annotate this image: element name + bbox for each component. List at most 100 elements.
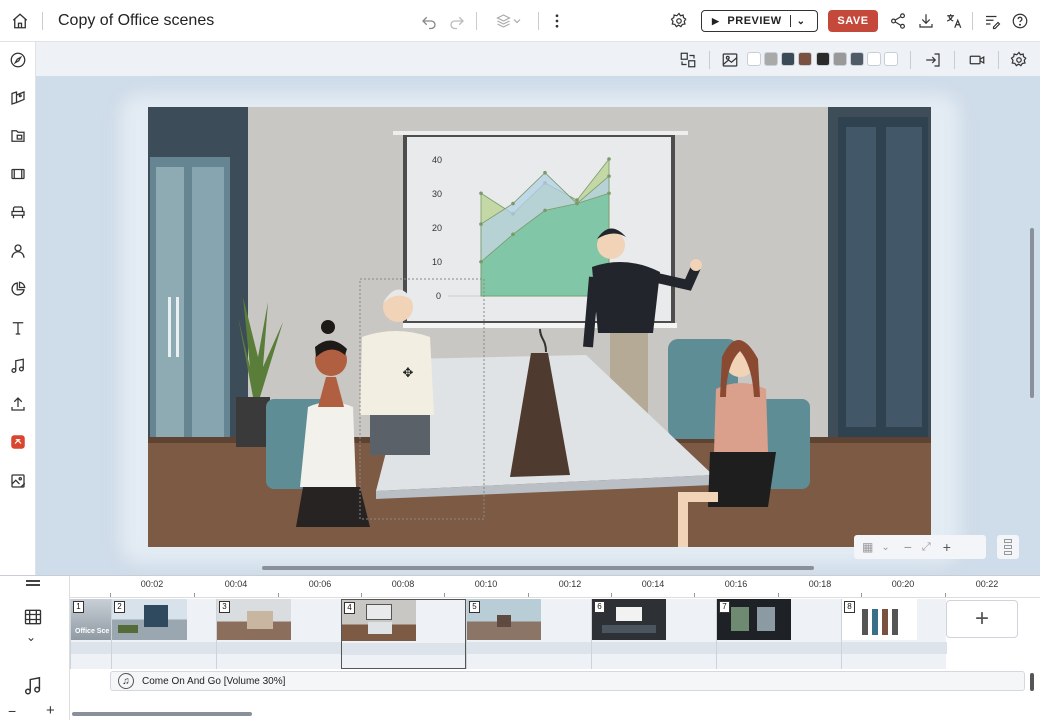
- time-tick: 00:08: [391, 579, 415, 589]
- notes-icon[interactable]: [981, 8, 1003, 34]
- color-swatch[interactable]: [816, 52, 830, 66]
- redo-icon[interactable]: [446, 8, 468, 34]
- zoom-in-timeline-icon[interactable]: +: [46, 702, 55, 719]
- divider: [538, 12, 539, 30]
- scene-number: 4: [344, 602, 355, 614]
- share-icon[interactable]: [887, 8, 909, 34]
- chart-tick-label: 0: [436, 291, 441, 301]
- charts-icon[interactable]: [5, 276, 31, 302]
- time-tick: 00:22: [975, 579, 999, 589]
- color-swatch[interactable]: [850, 52, 864, 66]
- video-editor: Copy of Office scenes ▶ PREVIEW ⌄ SAVE 4…: [0, 0, 1040, 720]
- horizontal-scrollbar[interactable]: [262, 566, 814, 570]
- color-swatch[interactable]: [884, 52, 898, 66]
- divider: [789, 15, 791, 27]
- save-button[interactable]: SAVE: [828, 10, 878, 32]
- time-tick: 00:12: [558, 579, 582, 589]
- scene-canvas[interactable]: 40 30 20 10 0: [148, 107, 931, 547]
- divider: [910, 51, 911, 69]
- drag-handle-icon[interactable]: [26, 580, 40, 586]
- scenes-icon[interactable]: [5, 85, 31, 111]
- chart-point: [575, 201, 579, 206]
- divider: [998, 51, 999, 69]
- zoom-out-timeline-icon[interactable]: −: [8, 703, 16, 719]
- timeline-scrollbar[interactable]: [72, 712, 252, 716]
- settings-icon[interactable]: [667, 8, 691, 34]
- translate-icon[interactable]: [943, 8, 965, 34]
- vertical-scrollbar[interactable]: [1030, 228, 1034, 398]
- more-vertical-icon[interactable]: [547, 8, 567, 34]
- text-icon[interactable]: [5, 315, 31, 341]
- undo-icon[interactable]: [418, 8, 440, 34]
- scene-track: Office Sce 1 2 3 4 5 6 7 8: [70, 599, 950, 669]
- document-title[interactable]: Copy of Office scenes: [58, 12, 214, 30]
- time-tick: 00:10: [474, 579, 498, 589]
- grid-icon[interactable]: ▦: [862, 540, 873, 554]
- upload-icon[interactable]: [5, 391, 31, 417]
- scene-clip[interactable]: 5: [466, 599, 592, 669]
- layers-panel-icon[interactable]: [997, 535, 1019, 559]
- scene-clip[interactable]: 6: [591, 599, 717, 669]
- color-swatch[interactable]: [781, 52, 795, 66]
- audio-note-icon[interactable]: [22, 675, 44, 697]
- enter-icon[interactable]: [920, 47, 946, 73]
- download-icon[interactable]: [915, 8, 937, 34]
- zoom-in-icon[interactable]: +: [943, 539, 951, 555]
- timeline-controls: ⌄ − +: [0, 576, 70, 720]
- plugin-icon[interactable]: [5, 429, 31, 455]
- time-tick: 00:18: [808, 579, 832, 589]
- fit-screen-icon[interactable]: ⤢: [922, 541, 931, 554]
- divider: [972, 12, 973, 30]
- scene-clip[interactable]: 3: [216, 599, 342, 669]
- top-bar: Copy of Office scenes ▶ PREVIEW ⌄ SAVE: [0, 0, 1040, 42]
- chevron-down-icon[interactable]: ⌄: [26, 630, 36, 644]
- chart-point: [543, 170, 547, 175]
- chart-point: [511, 201, 515, 206]
- help-icon[interactable]: [1009, 8, 1031, 34]
- color-swatch[interactable]: [798, 52, 812, 66]
- audio-clip[interactable]: ♫ Come On And Go [Volume 30%]: [110, 671, 1025, 691]
- film-icon[interactable]: [22, 607, 44, 627]
- chart-tick-label: 40: [432, 155, 442, 165]
- compass-icon[interactable]: [5, 47, 31, 73]
- scene-number: 6: [594, 601, 605, 613]
- scene-clip-selected[interactable]: 4: [341, 599, 466, 669]
- zoom-out-icon[interactable]: −: [904, 539, 912, 555]
- scene-number: 1: [73, 601, 84, 613]
- color-swatch[interactable]: [833, 52, 847, 66]
- time-tick: 00:04: [224, 579, 248, 589]
- image-edit-icon[interactable]: [5, 468, 31, 494]
- color-swatch[interactable]: [764, 52, 778, 66]
- add-scene-button[interactable]: +: [946, 600, 1018, 638]
- backgrounds-icon[interactable]: [5, 123, 31, 149]
- color-swatch[interactable]: [867, 52, 881, 66]
- video-icon[interactable]: [5, 161, 31, 187]
- music-icon[interactable]: [5, 353, 31, 379]
- chart-point: [575, 198, 579, 202]
- scene-number: 3: [219, 601, 230, 613]
- color-swatch[interactable]: [747, 52, 761, 66]
- camera-icon[interactable]: [964, 47, 990, 73]
- scene-settings-icon[interactable]: [1006, 47, 1032, 73]
- time-ruler[interactable]: 00:02 00:04 00:06 00:08 00:10 00:12 00:1…: [70, 576, 1040, 598]
- scene-clip[interactable]: Office Sce 1: [70, 599, 112, 669]
- zoom-controls: ▦ ⌄ − ⤢ +: [854, 535, 986, 559]
- scene-clip[interactable]: 7: [716, 599, 842, 669]
- chevron-down-icon[interactable]: ⌄: [881, 542, 889, 553]
- preview-button[interactable]: ▶ PREVIEW ⌄: [701, 10, 818, 32]
- scene-number: 5: [469, 601, 480, 613]
- time-tick: 00:14: [641, 579, 665, 589]
- scene-number: 2: [114, 601, 125, 613]
- scene-clip[interactable]: 8: [841, 599, 947, 669]
- audio-track-handle[interactable]: [1030, 673, 1034, 691]
- characters-icon[interactable]: [5, 238, 31, 264]
- scene-clip[interactable]: 2: [111, 599, 217, 669]
- time-tick: 00:16: [724, 579, 748, 589]
- move-handle-icon[interactable]: ✥: [401, 366, 415, 380]
- image-icon[interactable]: [717, 47, 743, 73]
- chevron-down-icon[interactable]: ⌄: [797, 16, 806, 27]
- swap-layout-icon[interactable]: [675, 47, 701, 73]
- home-icon[interactable]: [7, 8, 33, 34]
- layers-icon[interactable]: [488, 8, 528, 34]
- props-icon[interactable]: [5, 200, 31, 226]
